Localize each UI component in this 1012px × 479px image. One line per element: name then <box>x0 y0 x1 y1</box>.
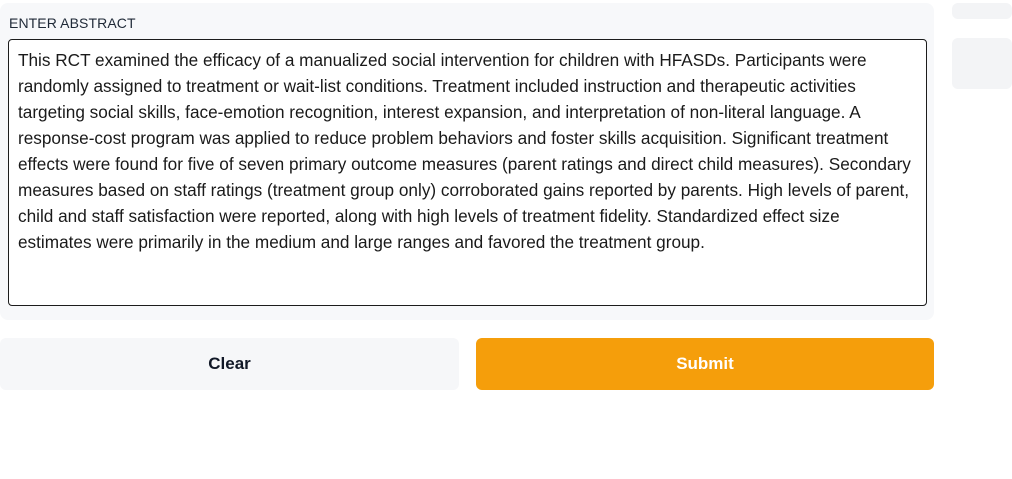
submit-button[interactable]: Submit <box>476 338 934 390</box>
clear-button[interactable]: Clear <box>0 338 459 390</box>
side-panel-body <box>952 38 1012 89</box>
abstract-label: ENTER ABSTRACT <box>9 15 136 31</box>
side-panel-header <box>952 3 1012 19</box>
abstract-panel: ENTER ABSTRACT This RCT examined the eff… <box>0 3 934 320</box>
abstract-textarea[interactable]: This RCT examined the efficacy of a manu… <box>8 39 927 306</box>
